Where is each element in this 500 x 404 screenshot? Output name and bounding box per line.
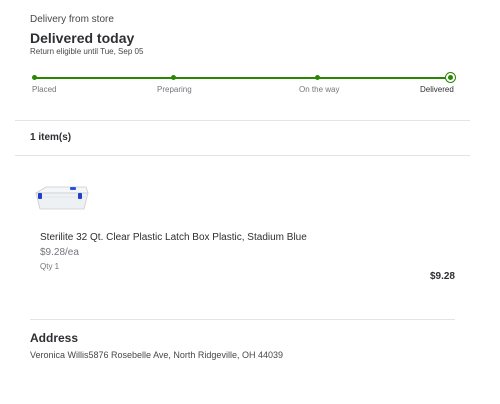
- delivery-type-label: Delivery from store: [30, 14, 114, 25]
- progress-track: [34, 77, 450, 79]
- product-quantity: Qty 1: [40, 262, 60, 271]
- progress-dot-on-the-way: [315, 75, 320, 80]
- progress-dot-placed: [32, 75, 37, 80]
- section-divider: [15, 120, 470, 121]
- address-heading: Address: [30, 331, 79, 345]
- section-divider: [30, 319, 455, 320]
- section-divider: [15, 155, 470, 156]
- delivery-address: Veronica Willis5876 Rosebelle Ave, North…: [30, 350, 283, 360]
- step-label-on-the-way: On the way: [299, 85, 340, 94]
- step-label-preparing: Preparing: [157, 85, 192, 94]
- return-eligibility-note: Return eligible until Tue, Sep 05: [30, 47, 144, 56]
- progress-dot-delivered: [445, 72, 456, 83]
- storage-box-icon[interactable]: [32, 185, 90, 211]
- product-unit-price: $9.28/ea: [40, 247, 79, 258]
- items-count-heading: 1 item(s): [30, 132, 72, 143]
- step-label-delivered: Delivered: [420, 85, 454, 94]
- item-line-total: $9.28: [429, 271, 455, 282]
- product-name-link[interactable]: Sterilite 32 Qt. Clear Plastic Latch Box…: [40, 232, 307, 243]
- step-label-placed: Placed: [32, 85, 57, 94]
- delivery-status-title: Delivered today: [30, 30, 135, 46]
- progress-dot-preparing: [171, 75, 176, 80]
